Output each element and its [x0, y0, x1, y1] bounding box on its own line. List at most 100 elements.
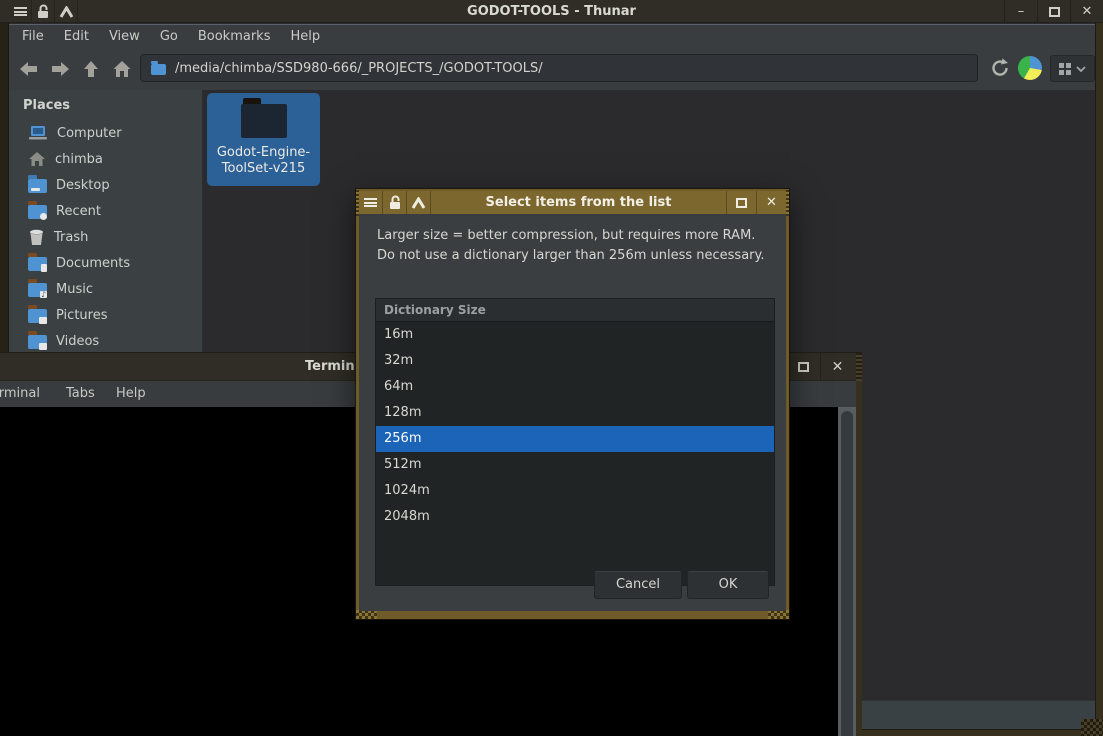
folder-icon [240, 98, 287, 138]
dialog-body: Larger size = better compression, but re… [359, 214, 786, 611]
dialog-window-menu-button[interactable] [359, 191, 383, 214]
close-icon: ✕ [831, 359, 844, 375]
sidebar-item-recent[interactable]: Recent [9, 198, 202, 224]
list-item-256m-selected[interactable]: 256m [376, 426, 774, 452]
cancel-button[interactable]: Cancel [594, 570, 682, 599]
sidebar-item-videos[interactable]: Videos [9, 328, 202, 354]
up-icon [84, 61, 98, 77]
thunar-window-controls: – ✕ [1004, 0, 1103, 23]
sidebar-item-label: Documents [56, 255, 131, 271]
list-column-header[interactable]: Dictionary Size [376, 299, 774, 322]
select-items-dialog: Select items from the list ✕ Larger size… [355, 188, 790, 620]
sidebar-item-pictures[interactable]: Pictures [9, 302, 202, 328]
back-button[interactable] [17, 57, 41, 81]
desktop-icon [28, 175, 47, 193]
home-button[interactable] [110, 57, 134, 81]
maximize-icon [798, 362, 809, 372]
folder-item-label: Godot-Engine-ToolSet-v215 [216, 145, 311, 176]
terminal-maximize-button[interactable] [786, 353, 820, 381]
sidebar-item-computer[interactable]: Computer [9, 120, 202, 146]
music-folder-icon: ♪ [28, 279, 47, 299]
forward-icon [52, 62, 69, 76]
list-item-16m[interactable]: 16m [376, 322, 774, 348]
shade-button[interactable] [55, 0, 78, 23]
desktop-screen: GODOT-TOOLS - Thunar – ✕ File Edit View … [0, 0, 1103, 736]
dialog-buttons: Cancel OK [594, 570, 769, 599]
dialog-unlock-button[interactable] [383, 191, 407, 214]
sidebar-item-music[interactable]: ♪ Music [9, 276, 202, 302]
forward-button[interactable] [48, 57, 72, 81]
pictures-folder-icon [28, 305, 47, 324]
menu-go[interactable]: Go [150, 25, 188, 48]
refresh-icon [992, 58, 1008, 76]
path-bar[interactable]: /media/chimba/SSD980-666/_PROJECTS_/GODO… [140, 54, 978, 82]
selected-folder-item[interactable]: Godot-Engine-ToolSet-v215 [207, 93, 320, 186]
sidebar-item-desktop[interactable]: Desktop [9, 172, 202, 198]
thunar-window-title: GODOT-TOOLS - Thunar [467, 4, 636, 19]
terminal-menu-terminal[interactable]: Terminal [0, 381, 40, 407]
thunar-resize-grip[interactable] [1081, 719, 1103, 736]
menu-bookmarks[interactable]: Bookmarks [188, 25, 281, 48]
close-button[interactable]: ✕ [1070, 0, 1103, 23]
menu-help[interactable]: Help [280, 25, 330, 48]
window-menu-icon [364, 198, 377, 207]
disk-usage-pie-icon[interactable] [1018, 56, 1042, 80]
maximize-icon [736, 197, 747, 208]
sidebar-item-documents[interactable]: Documents [9, 250, 202, 276]
terminal-close-button[interactable]: ✕ [820, 353, 854, 381]
unlock-button[interactable] [32, 0, 55, 23]
unlock-icon [389, 195, 400, 209]
sidebar-item-label: Pictures [56, 307, 108, 323]
dialog-bottom-left-grip[interactable] [356, 610, 377, 619]
computer-icon [29, 126, 47, 140]
view-options-button[interactable] [1050, 55, 1095, 82]
list-item-64m[interactable]: 64m [376, 374, 774, 400]
list-item-128m[interactable]: 128m [376, 400, 774, 426]
menu-edit[interactable]: Edit [54, 25, 99, 48]
dialog-titlebar[interactable]: Select items from the list ✕ [359, 191, 786, 214]
dialog-close-button[interactable]: ✕ [756, 191, 786, 214]
documents-folder-icon [28, 253, 47, 272]
terminal-menu-tabs[interactable]: Tabs [66, 381, 95, 407]
home-icon [113, 61, 131, 77]
menu-view[interactable]: View [99, 25, 150, 48]
shade-up-icon [59, 5, 73, 18]
thunar-menubar: File Edit View Go Bookmarks Help [9, 24, 1095, 47]
terminal-scrollbar-track[interactable] [838, 407, 856, 736]
list-item-1024m[interactable]: 1024m [376, 478, 774, 504]
list-item-512m[interactable]: 512m [376, 452, 774, 478]
view-grid-icon [1059, 62, 1071, 75]
dialog-maximize-button[interactable] [726, 191, 756, 214]
up-button[interactable] [79, 57, 103, 81]
terminal-scrollbar-slider[interactable] [841, 411, 853, 736]
thunar-right-border[interactable] [1095, 0, 1103, 736]
sidebar-item-home[interactable]: chimba [9, 146, 202, 172]
sidebar-item-label: Recent [56, 203, 101, 219]
refresh-button[interactable] [988, 56, 1012, 80]
window-menu-button[interactable] [9, 0, 32, 23]
trash-icon [30, 229, 43, 245]
terminal-menu-help[interactable]: Help [116, 381, 146, 407]
sidebar-item-trash[interactable]: Trash [9, 224, 202, 250]
minimize-button[interactable]: – [1004, 0, 1037, 23]
list-item-32m[interactable]: 32m [376, 348, 774, 374]
list-item-2048m[interactable]: 2048m [376, 504, 774, 530]
places-header: Places [23, 98, 71, 113]
videos-folder-icon [28, 331, 47, 350]
maximize-button[interactable] [1037, 0, 1070, 23]
sidebar-item-label: Videos [56, 333, 100, 349]
dialog-bottom-right-grip[interactable] [768, 610, 789, 619]
sidebar-item-label: Music [56, 281, 93, 297]
unlock-icon [38, 4, 48, 18]
dialog-shade-button[interactable] [407, 191, 431, 214]
thunar-titlebar[interactable]: GODOT-TOOLS - Thunar – ✕ [0, 0, 1103, 23]
ok-button[interactable]: OK [687, 570, 769, 599]
path-text: /media/chimba/SSD980-666/_PROJECTS_/GODO… [175, 60, 543, 76]
window-menu-icon [13, 7, 27, 16]
dialog-message-line2: Do not use a dictionary larger than 256m… [377, 248, 765, 263]
menu-file[interactable]: File [12, 25, 54, 48]
back-icon [20, 62, 37, 76]
dialog-right-resize-grip[interactable] [786, 190, 789, 216]
terminal-right-border[interactable] [856, 353, 862, 736]
close-icon: ✕ [766, 195, 777, 210]
